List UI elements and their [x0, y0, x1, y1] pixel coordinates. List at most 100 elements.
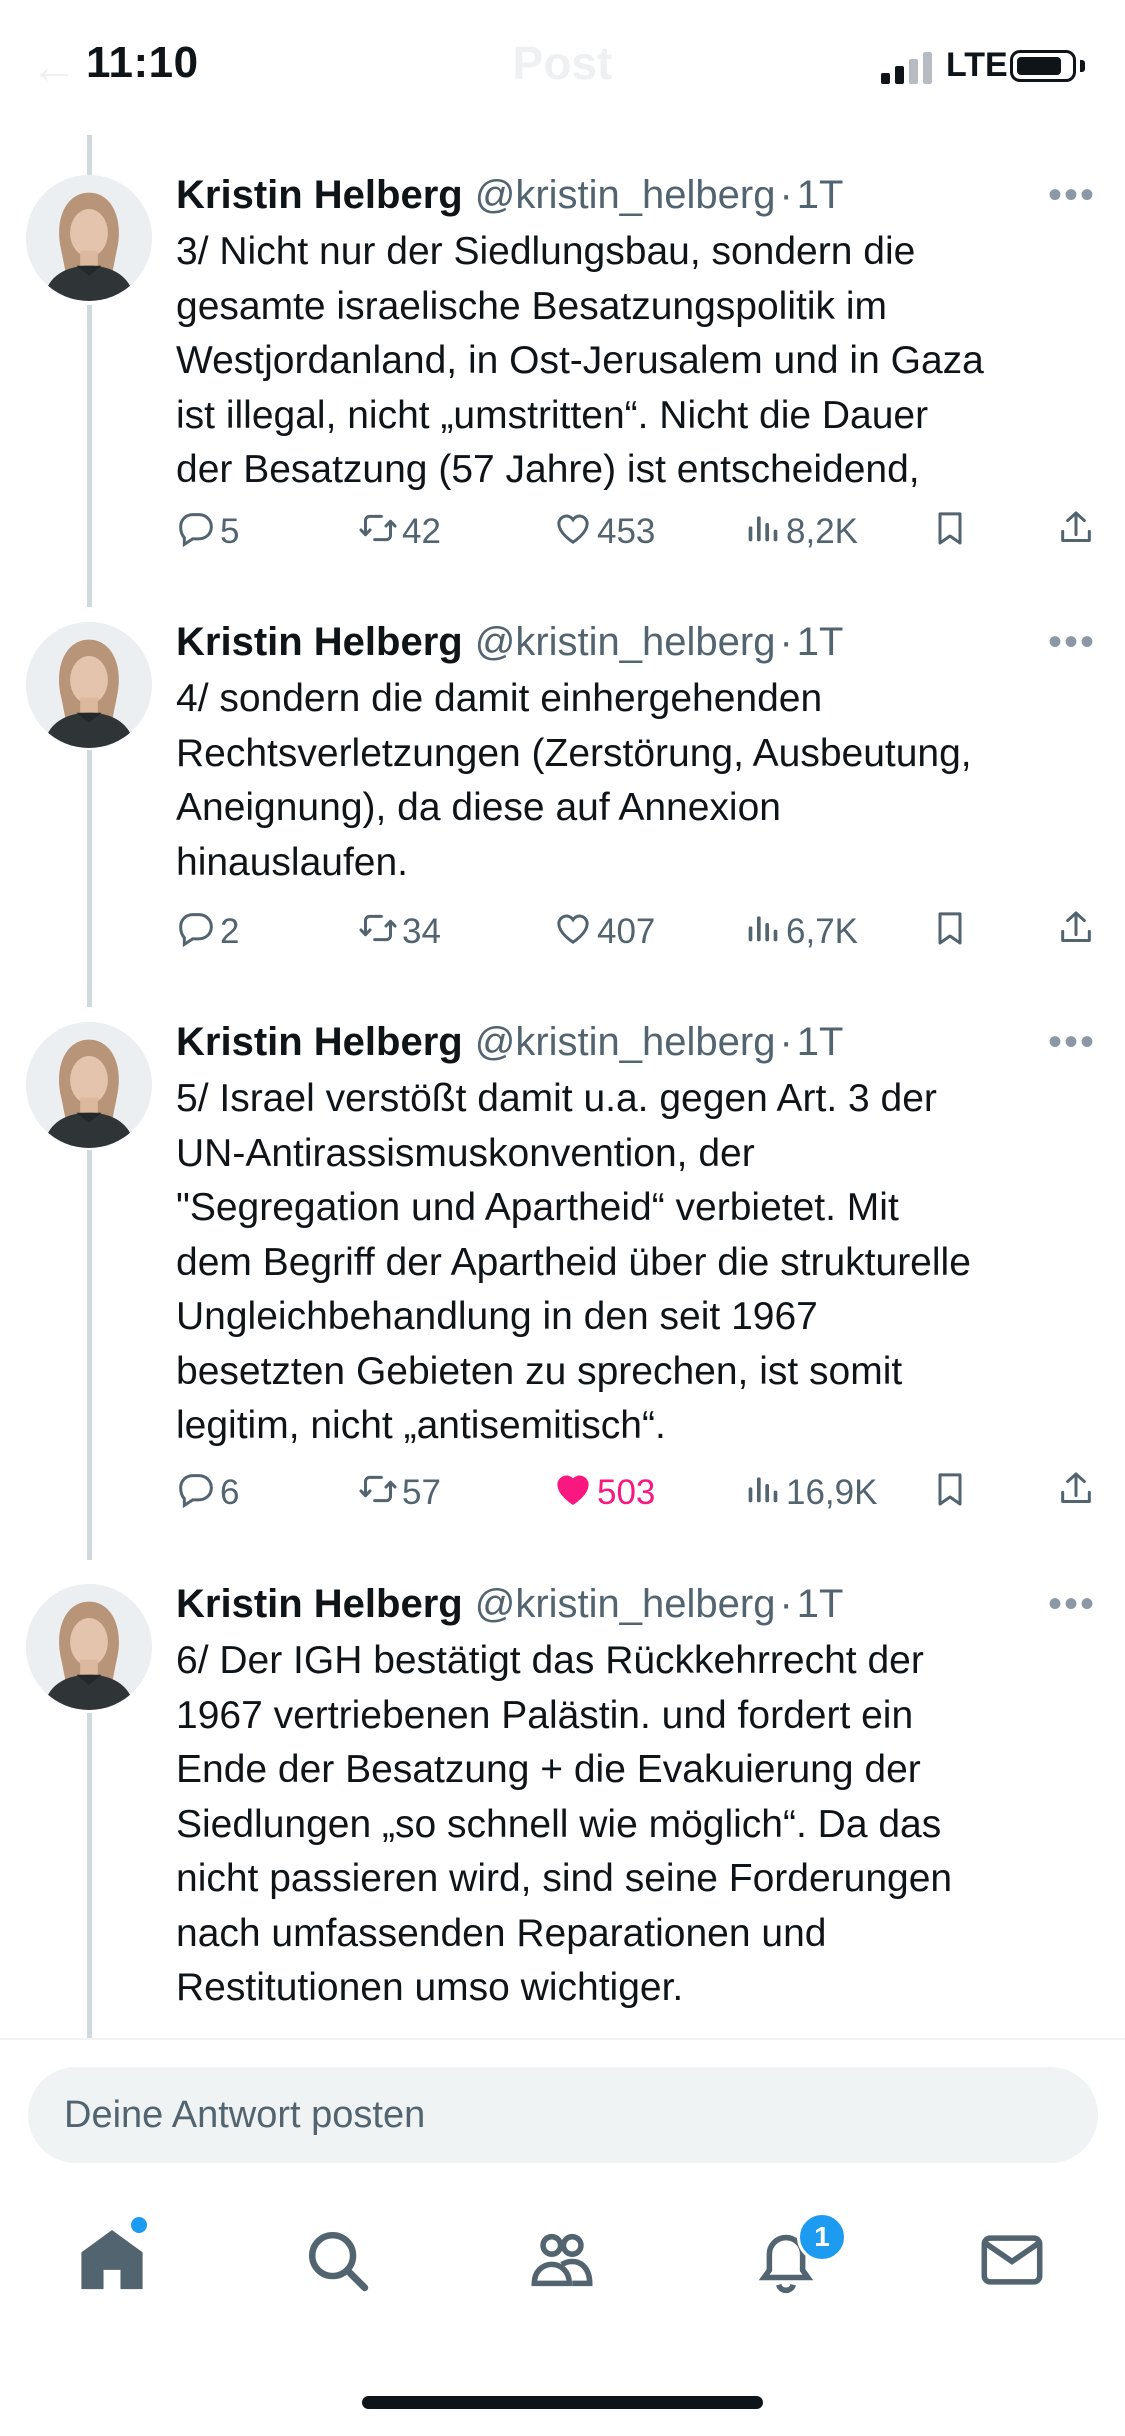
bookmark-icon — [930, 1469, 970, 1518]
status-bar: ← Post 11:10 LTE — [0, 0, 1125, 135]
battery-icon — [1010, 50, 1076, 82]
tweet-actions: 5 42 453 8,2K — [0, 502, 1125, 562]
bookmark-button[interactable] — [930, 502, 970, 562]
tweet-text-line: Siedlungen „so schnell wie möglich“. Da … — [176, 1802, 942, 1846]
reply-icon — [176, 1469, 216, 1518]
signal-icon — [881, 50, 935, 84]
tab-communities[interactable] — [522, 2220, 602, 2300]
views-button[interactable]: 8,2K — [742, 502, 858, 562]
share-button[interactable] — [1056, 502, 1096, 562]
more-options-icon[interactable]: ••• — [1048, 1584, 1096, 1624]
share-icon — [1056, 508, 1096, 557]
author-handle[interactable]: @kristin_helberg — [475, 173, 776, 217]
tweet-text-line: gesamte israelische Besatzungspolitik im — [176, 284, 887, 328]
bookmark-button[interactable] — [930, 902, 970, 962]
tweet-text-line: hinauslaufen. — [176, 840, 409, 884]
reply-button[interactable]: 2 — [176, 902, 239, 962]
author-name[interactable]: Kristin Helberg — [176, 1020, 463, 1064]
repost-count: 42 — [402, 512, 441, 551]
tweet-text-line: nicht passieren wird, sind seine Forderu… — [176, 1857, 953, 1900]
avatar[interactable] — [26, 175, 152, 301]
tweet-text: 6/ Der IGH bestätigt das Rückkehrrecht d… — [176, 1634, 1091, 2016]
author-handle[interactable]: @kristin_helberg — [475, 1020, 776, 1064]
tweet-text-line: Westjordanland, in Ost-Jerusalem und in … — [176, 339, 984, 382]
tweet-header: Kristin Helberg @kristin_helberg · 1T — [176, 1020, 843, 1065]
mail-icon — [981, 2235, 1043, 2285]
views-button[interactable]: 6,7K — [742, 902, 858, 962]
separator: · — [779, 173, 793, 217]
timestamp: 1T — [796, 1020, 844, 1064]
views-count: 6,7K — [786, 912, 858, 951]
avatar[interactable] — [26, 622, 152, 748]
communities-icon — [531, 2233, 593, 2287]
home-icon — [81, 2229, 143, 2290]
search-icon — [309, 2232, 369, 2292]
tweet-text-line: 6/ Der IGH bestätigt das Rückkehrrecht d… — [176, 1639, 924, 1682]
views-button[interactable]: 16,9K — [742, 1463, 877, 1523]
tweet-text-line: dem Begriff der Apartheid über die struk… — [176, 1240, 971, 1284]
reply-button[interactable]: 6 — [176, 1463, 239, 1523]
thread-line — [87, 135, 92, 175]
repost-icon — [358, 908, 398, 957]
tweet-header: Kristin Helberg @kristin_helberg · 1T — [176, 173, 843, 218]
share-icon — [1056, 1469, 1096, 1518]
like-button[interactable]: 407 — [553, 902, 655, 962]
tweet-text: 3/ Nicht nur der Siedlungsbau, sondern d… — [176, 225, 1091, 498]
more-options-icon[interactable]: ••• — [1048, 175, 1096, 215]
reply-input[interactable]: Deine Antwort posten — [28, 2067, 1098, 2163]
avatar[interactable] — [26, 1584, 152, 1710]
author-name[interactable]: Kristin Helberg — [176, 173, 463, 217]
reply-button[interactable]: 5 — [176, 502, 239, 562]
reply-icon — [176, 908, 216, 957]
tweet-text-line: Ende der Besatzung + die Evakuierung der — [176, 1748, 921, 1791]
author-handle[interactable]: @kristin_helberg — [475, 620, 776, 664]
repost-button[interactable]: 42 — [358, 502, 441, 562]
tweet-actions: 2 34 407 6,7K — [0, 902, 1125, 962]
views-icon — [742, 1469, 782, 1518]
reply-count: 6 — [220, 1473, 240, 1512]
repost-button[interactable]: 57 — [358, 1463, 441, 1523]
thread-line — [87, 1713, 92, 2043]
new-posts-dot — [129, 2215, 149, 2235]
tweet-text-line: "Segregation und Apartheid“ verbietet. M… — [176, 1186, 899, 1229]
author-handle[interactable]: @kristin_helberg — [475, 1582, 776, 1626]
more-options-icon[interactable]: ••• — [1048, 1022, 1096, 1062]
views-count: 8,2K — [786, 512, 858, 551]
separator: · — [779, 1020, 793, 1064]
reply-count: 5 — [220, 512, 240, 551]
thread-line — [87, 750, 92, 1007]
tweet-header: Kristin Helberg @kristin_helberg · 1T — [176, 1582, 843, 1627]
tweet-text-line: der Besatzung (57 Jahre) ist entscheiden… — [176, 448, 920, 491]
tweet-text-line: nach umfassenden Reparationen und — [176, 1911, 827, 1955]
author-name[interactable]: Kristin Helberg — [176, 1582, 463, 1626]
network-label: LTE — [946, 46, 1008, 84]
heart-icon — [553, 908, 593, 957]
tweet-header: Kristin Helberg @kristin_helberg · 1T — [176, 620, 843, 665]
tweet-text-line: Aneignung), da diese auf Annexion — [176, 786, 781, 829]
tweet-text-line: ist illegal, nicht „umstritten“. Nicht d… — [176, 393, 929, 437]
tweet-text-line: 5/ Israel verstößt damit u.a. gegen Art.… — [176, 1077, 937, 1120]
bookmark-icon — [930, 508, 970, 557]
tweet-text: 5/ Israel verstößt damit u.a. gegen Art.… — [176, 1072, 1091, 1454]
tweet-text-line: besetzten Gebieten zu sprechen, ist somi… — [176, 1349, 903, 1393]
tweet-text-line: Ungleichbehandlung in den seit 1967 — [176, 1295, 818, 1338]
like-button[interactable]: 453 — [553, 502, 655, 562]
heart-icon — [553, 508, 593, 557]
tab-messages[interactable] — [972, 2220, 1052, 2300]
timestamp: 1T — [796, 620, 844, 664]
share-button[interactable] — [1056, 1463, 1096, 1523]
like-button[interactable]: 503 — [553, 1463, 655, 1523]
timestamp: 1T — [796, 173, 844, 217]
separator: · — [779, 620, 793, 664]
author-name[interactable]: Kristin Helberg — [176, 620, 463, 664]
timestamp: 1T — [796, 1582, 844, 1626]
repost-button[interactable]: 34 — [358, 902, 441, 962]
more-options-icon[interactable]: ••• — [1048, 622, 1096, 662]
tab-search[interactable] — [297, 2220, 377, 2300]
tweet-text-line: 3/ Nicht nur der Siedlungsbau, sondern d… — [176, 230, 916, 273]
heart-icon — [553, 1469, 593, 1518]
repost-icon — [358, 1469, 398, 1518]
avatar[interactable] — [26, 1022, 152, 1148]
share-button[interactable] — [1056, 902, 1096, 962]
bookmark-button[interactable] — [930, 1463, 970, 1523]
